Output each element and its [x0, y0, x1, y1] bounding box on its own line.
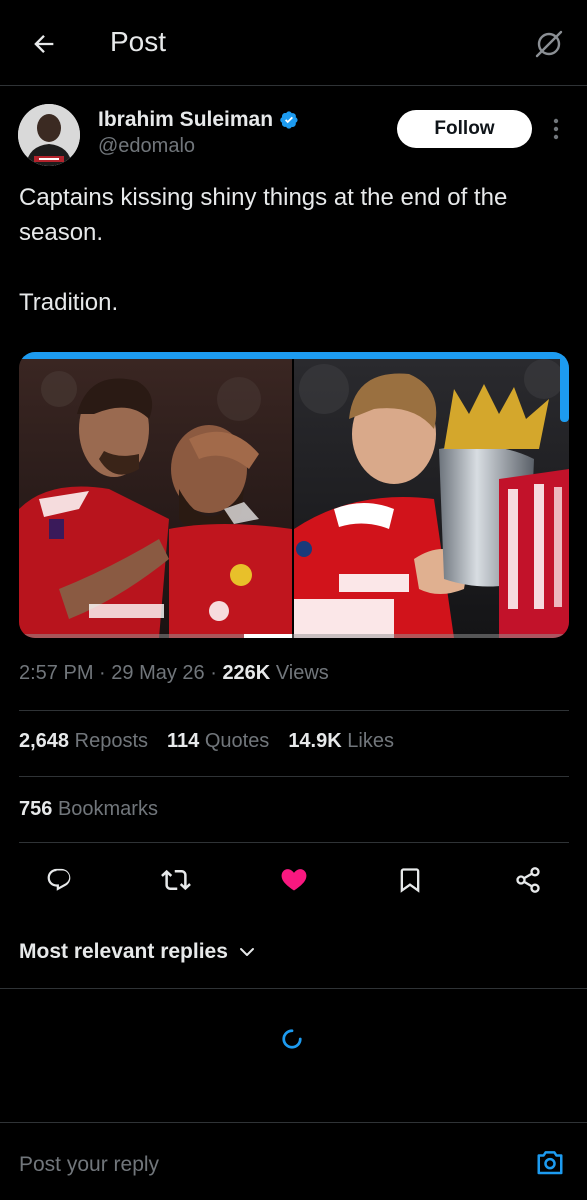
media-progress-track: [19, 634, 569, 638]
back-button[interactable]: [24, 24, 64, 64]
author-handle[interactable]: @edomalo: [98, 135, 195, 158]
likes-stat[interactable]: 14.9K Likes: [288, 730, 394, 753]
chevron-down-icon: [239, 948, 254, 956]
media-highlight-bar: [19, 352, 569, 359]
bookmarks-label: Bookmarks: [57, 798, 158, 820]
like-button[interactable]: [276, 862, 312, 898]
avatar-image: [18, 104, 80, 166]
post-date: 29 May 26: [111, 662, 205, 684]
follow-button[interactable]: Follow: [397, 110, 532, 148]
divider: [19, 710, 569, 711]
likes-count: 14.9K: [288, 730, 342, 752]
bookmarks-stat[interactable]: 756 Bookmarks: [19, 798, 158, 821]
media-image-right[interactable]: [294, 359, 569, 638]
share-icon: [516, 867, 540, 893]
likes-label: Likes: [347, 730, 394, 752]
media-highlight-side: [560, 352, 569, 422]
post-media[interactable]: [19, 352, 569, 638]
post-meta: 2:57 PM · 29 May 26 · 226K Views: [19, 662, 329, 684]
media-divider: [292, 352, 294, 638]
author-name-text: Ibrahim Suleiman: [98, 108, 274, 131]
repost-icon: [161, 869, 191, 891]
heart-icon: [281, 869, 307, 891]
replies-sort-dropdown[interactable]: Most relevant replies: [19, 940, 256, 964]
reply-button[interactable]: [41, 862, 77, 898]
grok-icon: [535, 30, 563, 58]
grok-button[interactable]: [529, 24, 569, 64]
more-vertical-icon: [553, 118, 559, 140]
reposts-count: 2,648: [19, 730, 70, 752]
post-text: Captains kissing shiny things at the end…: [19, 180, 569, 320]
reposts-stat[interactable]: 2,648 Reposts: [19, 730, 148, 753]
post-text-line: Captains kissing shiny things at the end…: [19, 184, 508, 246]
post-time: 2:57 PM: [19, 662, 94, 684]
divider: [19, 842, 569, 843]
engagement-stats: 2,648 Reposts 114 Quotes 14.9K Likes: [19, 730, 394, 753]
quotes-count: 114: [167, 730, 200, 752]
reposts-label: Reposts: [74, 730, 148, 752]
media-progress-indicator: [244, 634, 292, 638]
camera-button[interactable]: [532, 1145, 568, 1181]
share-button[interactable]: [510, 862, 546, 898]
loading-spinner-icon: [282, 1029, 302, 1049]
bookmark-icon: [400, 868, 420, 893]
bookmark-button[interactable]: [392, 862, 428, 898]
reply-input[interactable]: Post your reply: [19, 1153, 159, 1177]
camera-icon: [537, 1151, 563, 1175]
divider: [0, 988, 587, 989]
author-name[interactable]: Ibrahim Suleiman: [98, 108, 299, 132]
arrow-left-icon: [34, 35, 54, 53]
bookmarks-count: 756: [19, 798, 53, 820]
views-label: Views: [275, 662, 329, 684]
avatar[interactable]: [18, 104, 80, 166]
reply-icon: [47, 868, 71, 891]
top-bar: Post: [0, 0, 587, 86]
repost-button[interactable]: [158, 862, 194, 898]
quotes-stat[interactable]: 114 Quotes: [167, 730, 269, 753]
more-options-button[interactable]: [546, 114, 566, 144]
page-title: Post: [110, 26, 167, 57]
quotes-label: Quotes: [204, 730, 270, 752]
verified-badge-icon: [280, 111, 298, 129]
views-count: 226K: [222, 662, 271, 684]
media-image-left[interactable]: [19, 359, 292, 638]
reply-composer: Post your reply: [0, 1122, 587, 1200]
post-text-line: Tradition.: [19, 289, 119, 316]
replies-sort-label: Most relevant replies: [19, 940, 228, 963]
divider: [19, 776, 569, 777]
